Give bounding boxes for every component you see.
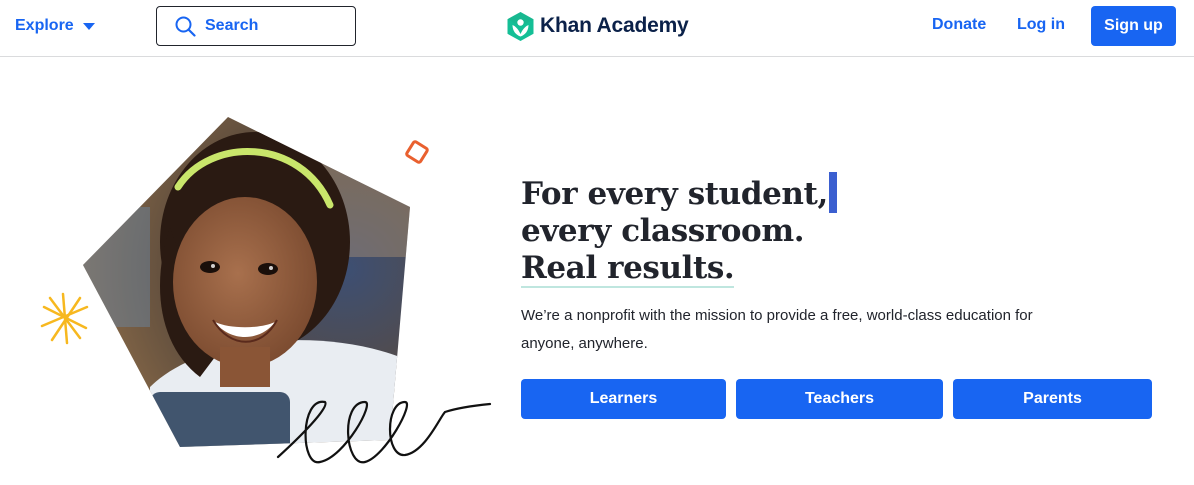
login-link[interactable]: Log in: [1017, 16, 1065, 34]
headline-line-2: every classroom.: [521, 213, 805, 249]
khan-academy-logo-icon: [507, 11, 534, 41]
search-input[interactable]: [205, 14, 345, 38]
orange-diamond-decoration: [405, 140, 429, 164]
caret-down-icon: [82, 22, 95, 30]
headline-line-3: Real results.: [521, 250, 735, 288]
hero-illustration: [40, 117, 492, 464]
donate-link[interactable]: Donate: [932, 16, 986, 34]
search-box[interactable]: [156, 6, 356, 46]
text-caret: [828, 172, 837, 213]
brand-name: Khan Academy: [540, 14, 689, 37]
signup-button[interactable]: Sign up: [1091, 6, 1176, 46]
parents-button[interactable]: Parents: [953, 379, 1152, 419]
yellow-sparkle-decoration: [40, 292, 89, 345]
search-icon: [175, 16, 196, 37]
explore-menu-button[interactable]: Explore: [15, 15, 95, 37]
explore-label: Explore: [15, 17, 74, 34]
hero-description: We’re a nonprofit with the mission to pr…: [521, 307, 1033, 352]
site-header: Explore Khan Academy Donate Log in Sign …: [0, 0, 1194, 57]
brand-logo-link[interactable]: Khan Academy: [507, 11, 689, 41]
teachers-button[interactable]: Teachers: [736, 379, 943, 419]
hero-headline: For every student, every classroom. Real…: [521, 172, 837, 288]
learners-button[interactable]: Learners: [521, 379, 726, 419]
student-photo: [83, 117, 410, 447]
headline-line-1: For every student,: [521, 176, 828, 212]
